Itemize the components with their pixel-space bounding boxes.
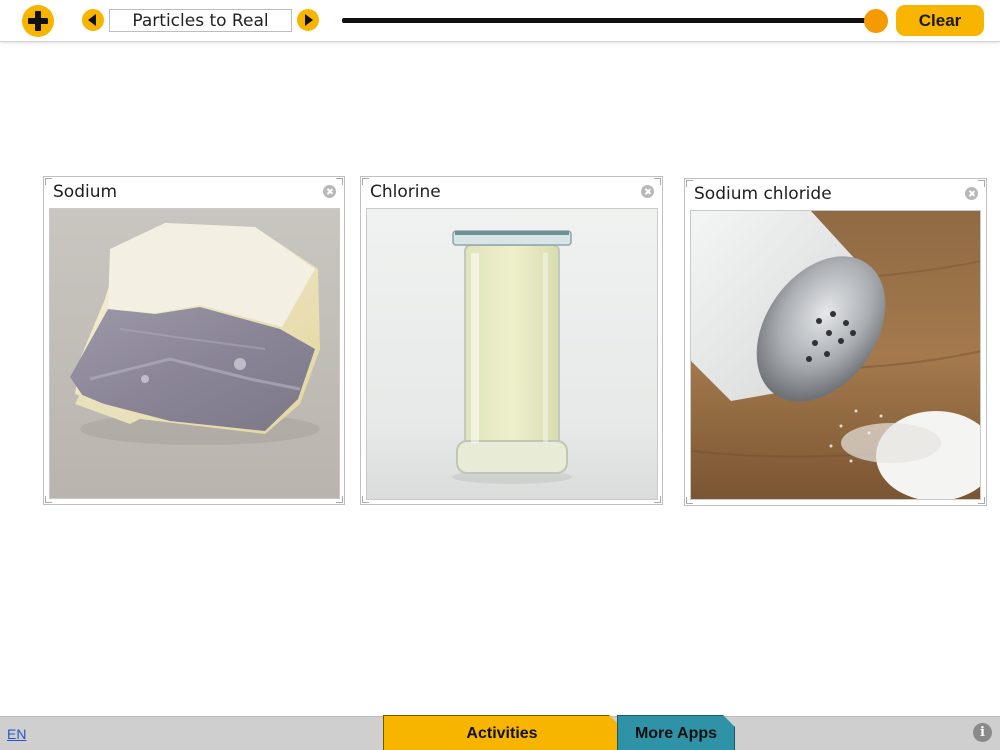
resize-handle[interactable]: [686, 180, 693, 187]
tab-more-apps[interactable]: More Apps: [617, 715, 735, 750]
progress-slider-track[interactable]: [342, 18, 876, 23]
add-button[interactable]: [22, 5, 54, 37]
close-icon[interactable]: [965, 187, 978, 200]
clear-button[interactable]: Clear: [896, 5, 984, 36]
progress-slider-thumb[interactable]: [864, 9, 888, 33]
card-sodium-chloride[interactable]: Sodium chloride: [684, 178, 987, 506]
language-link[interactable]: EN: [7, 726, 26, 742]
page-title: Particles to Real: [109, 9, 292, 32]
triangle-right-icon: [305, 14, 313, 26]
close-icon[interactable]: [641, 185, 654, 198]
tab-activities[interactable]: Activities: [383, 715, 621, 750]
resize-handle[interactable]: [978, 180, 985, 187]
resize-handle[interactable]: [45, 178, 52, 185]
card-title: Chlorine: [370, 182, 441, 202]
card-sodium[interactable]: Sodium: [43, 176, 345, 505]
card-title: Sodium chloride: [694, 184, 832, 204]
chlorine-gas-jar-photo: [366, 208, 658, 500]
toolbar: Particles to Real Clear: [0, 0, 1000, 42]
next-button[interactable]: [297, 9, 319, 31]
resize-handle[interactable]: [362, 178, 369, 185]
card-title: Sodium: [53, 182, 118, 202]
sodium-metal-photo: [49, 208, 340, 499]
close-icon[interactable]: [323, 185, 336, 198]
card-chlorine[interactable]: Chlorine: [360, 176, 663, 505]
resize-handle[interactable]: [336, 178, 343, 185]
salt-shaker-photo: [690, 210, 981, 500]
info-icon[interactable]: i: [973, 723, 992, 742]
resize-handle[interactable]: [654, 178, 661, 185]
previous-button[interactable]: [82, 9, 104, 31]
triangle-left-icon: [88, 14, 96, 26]
